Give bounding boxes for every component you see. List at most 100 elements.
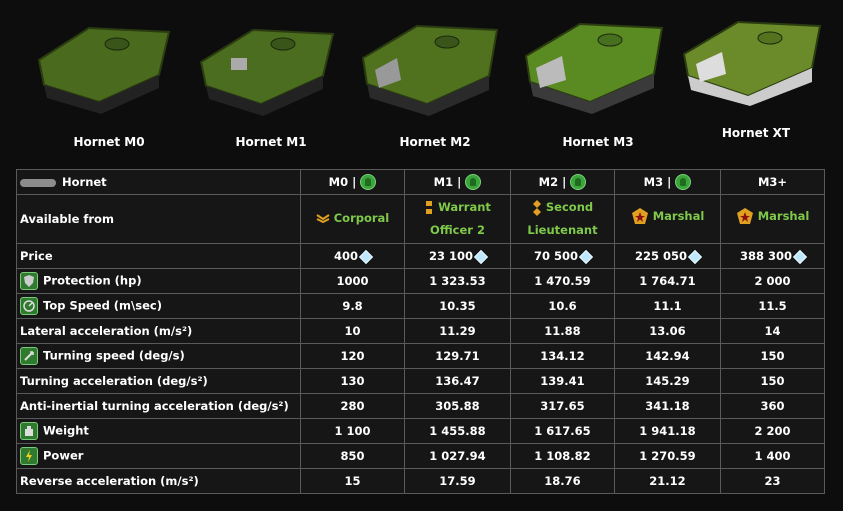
value-cell: 70 500 <box>510 243 615 269</box>
hull-name: Hornet M2 <box>399 135 471 149</box>
cell-value: 1 400 <box>754 449 791 463</box>
crystal-icon <box>687 249 703 264</box>
cell-value: 1 100 <box>334 424 371 438</box>
cell-value: 10 <box>344 324 361 338</box>
table-row: Lateral acceleration (m/s²) 10 11.29 11.88 1… <box>16 318 825 344</box>
cell-value: 150 <box>760 349 785 363</box>
cell-value: 14 <box>764 324 781 338</box>
value-cell: 18.76 <box>510 468 615 494</box>
crystal-icon <box>358 249 374 264</box>
table-row: Power 850 1 027.94 1 108.82 1 270.59 1 400 <box>16 443 825 469</box>
value-cell: 1 617.65 <box>510 418 615 444</box>
rank-name: Marshal <box>757 208 810 223</box>
hull-circle-icon <box>360 174 377 190</box>
value-cell: 400 <box>300 243 405 269</box>
hull-m3-image <box>524 22 664 114</box>
cell-value: 341.18 <box>645 399 690 413</box>
row-label-cell: Lateral acceleration (m/s²) <box>16 318 301 344</box>
table-row: Turning acceleration (deg/s²) 130 136.47 13… <box>16 368 825 394</box>
cell-value: 17.59 <box>439 474 476 488</box>
value-cell: 23 <box>720 468 825 494</box>
weight-icon <box>20 422 38 440</box>
rank-cell: Marshal <box>614 194 721 244</box>
row-label: Weight <box>43 423 89 438</box>
rank-name: Marshal <box>652 208 705 223</box>
value-cell: 225 050 <box>614 243 721 269</box>
cell-value: 400 <box>333 249 358 263</box>
lightning-icon <box>20 447 38 465</box>
row-label-cell: Turning acceleration (deg/s²) <box>16 368 301 394</box>
cell-value: 280 <box>340 399 365 413</box>
column-header: M1 | <box>404 169 511 195</box>
row-label: Top Speed (m\sec) <box>43 298 162 313</box>
value-cell: 145.29 <box>614 368 721 394</box>
value-cell: 11.29 <box>404 318 511 344</box>
value-cell: 1000 <box>300 268 405 294</box>
corporal-rank-icon <box>316 214 330 224</box>
table-row: Weight 1 100 1 455.88 1 617.65 1 941.18 2 200 <box>16 418 825 444</box>
hull-circle-icon <box>675 174 692 190</box>
table-row: Reverse acceleration (m/s²) 15 17.59 18.76 2… <box>16 468 825 494</box>
column-header: M0 | <box>300 169 405 195</box>
row-label: Turning speed (deg/s) <box>43 348 185 363</box>
value-cell: 1 400 <box>720 443 825 469</box>
row-label: Price <box>20 249 53 263</box>
cell-value: 10.6 <box>548 299 577 313</box>
row-label: Turning acceleration (deg/s²) <box>20 374 208 388</box>
row-label-cell: Top Speed (m\sec) <box>16 293 301 319</box>
value-cell: 1 470.59 <box>510 268 615 294</box>
turning-icon <box>20 347 38 365</box>
cell-value: 1000 <box>336 274 369 288</box>
cell-value: 130 <box>340 374 365 388</box>
value-cell: 150 <box>720 343 825 369</box>
cell-value: 70 500 <box>533 249 578 263</box>
hull-circle-icon <box>570 174 587 190</box>
value-cell: 850 <box>300 443 405 469</box>
hull-m1-image <box>199 28 335 116</box>
row-label: Power <box>43 448 84 463</box>
column-label: M0 | <box>328 175 357 189</box>
value-cell: 150 <box>720 368 825 394</box>
value-cell: 1 764.71 <box>614 268 721 294</box>
hull-gallery: Hornet M0 Hornet M1 Hornet M2 Hornet M3 <box>0 0 843 165</box>
cell-value: 1 470.59 <box>534 274 591 288</box>
hull-name: Hornet XT <box>721 126 791 140</box>
value-cell: 120 <box>300 343 405 369</box>
crystal-icon <box>473 249 489 264</box>
hull-m2: Hornet M2 <box>355 10 515 160</box>
cell-value: 23 <box>764 474 781 488</box>
cell-value: 2 200 <box>754 424 791 438</box>
cell-value: 360 <box>760 399 785 413</box>
column-header: M2 | <box>510 169 615 195</box>
cell-value: 120 <box>340 349 365 363</box>
hull-name: Hornet M3 <box>562 135 634 149</box>
value-cell: 305.88 <box>404 393 511 419</box>
rank-name: Warrant Officer 2 <box>430 200 491 237</box>
cell-value: 142.94 <box>645 349 690 363</box>
cell-value: 1 617.65 <box>534 424 591 438</box>
cell-value: 11.5 <box>758 299 787 313</box>
cell-value: 23 100 <box>428 249 473 263</box>
shield-icon <box>20 272 38 290</box>
table-row: Protection (hp) 1000 1 323.53 1 470.59 1 764… <box>16 268 825 294</box>
cell-value: 317.65 <box>540 399 585 413</box>
value-cell: 15 <box>300 468 405 494</box>
column-label: M1 | <box>433 175 462 189</box>
value-cell: 1 323.53 <box>404 268 511 294</box>
cell-value: 225 050 <box>634 249 687 263</box>
column-header: M3+ <box>720 169 825 195</box>
cell-value: 10.35 <box>439 299 476 313</box>
hull-icon <box>20 178 56 187</box>
marshal-rank-icon <box>631 208 648 225</box>
cell-value: 1 764.71 <box>639 274 696 288</box>
table-row: Anti-inertial turning acceleration (deg/… <box>16 393 825 419</box>
value-cell: 11.1 <box>614 293 721 319</box>
value-cell: 1 941.18 <box>614 418 721 444</box>
cell-value: 134.12 <box>540 349 585 363</box>
value-cell: 317.65 <box>510 393 615 419</box>
cell-value: 15 <box>344 474 361 488</box>
cell-value: 1 270.59 <box>639 449 696 463</box>
value-cell: 129.71 <box>404 343 511 369</box>
value-cell: 134.12 <box>510 343 615 369</box>
value-cell: 1 270.59 <box>614 443 721 469</box>
